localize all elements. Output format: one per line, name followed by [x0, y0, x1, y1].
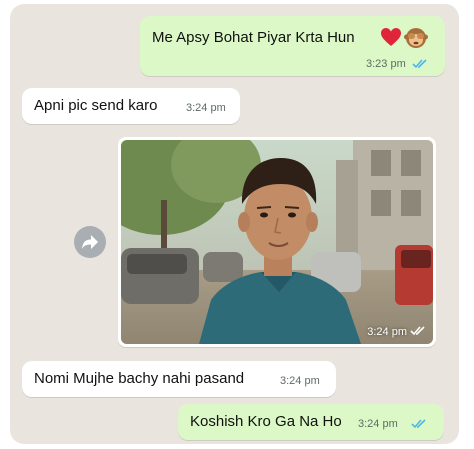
- double-check-icon: [410, 326, 425, 336]
- outgoing-message[interactable]: Me Apsy Bohat Piyar Krta Hun 3:23 pm: [140, 16, 445, 76]
- message-time: 3:24 pm: [186, 102, 226, 114]
- outgoing-photo-message[interactable]: 3:24 pm: [118, 137, 436, 347]
- forward-button[interactable]: [74, 226, 106, 258]
- incoming-message[interactable]: Apni pic send karo 3:24 pm: [22, 88, 240, 124]
- message-text: Apni pic send karo: [34, 97, 158, 114]
- message-time: 3:24 pm: [280, 375, 320, 387]
- incoming-message[interactable]: Nomi Mujhe bachy nahi pasand 3:24 pm: [22, 361, 336, 397]
- message-text: Me Apsy Bohat Piyar Krta Hun: [152, 29, 355, 46]
- message-time: 3:24 pm: [367, 326, 407, 338]
- chat-window: Me Apsy Bohat Piyar Krta Hun 3:23 pm Apn…: [10, 4, 459, 444]
- message-text: Koshish Kro Ga Na Ho: [190, 413, 342, 430]
- red-heart-icon: [380, 27, 402, 52]
- message-time: 3:24 pm: [358, 418, 398, 430]
- message-text: Nomi Mujhe bachy nahi pasand: [34, 370, 245, 387]
- double-check-icon: [412, 59, 427, 69]
- double-check-icon: [411, 419, 426, 429]
- shared-photo[interactable]: 3:24 pm: [121, 140, 433, 344]
- forward-arrow-icon: [82, 235, 98, 249]
- message-time: 3:23 pm: [366, 58, 406, 70]
- see-no-evil-monkey-icon: [404, 25, 428, 54]
- outgoing-message[interactable]: Koshish Kro Ga Na Ho 3:24 pm: [178, 404, 444, 440]
